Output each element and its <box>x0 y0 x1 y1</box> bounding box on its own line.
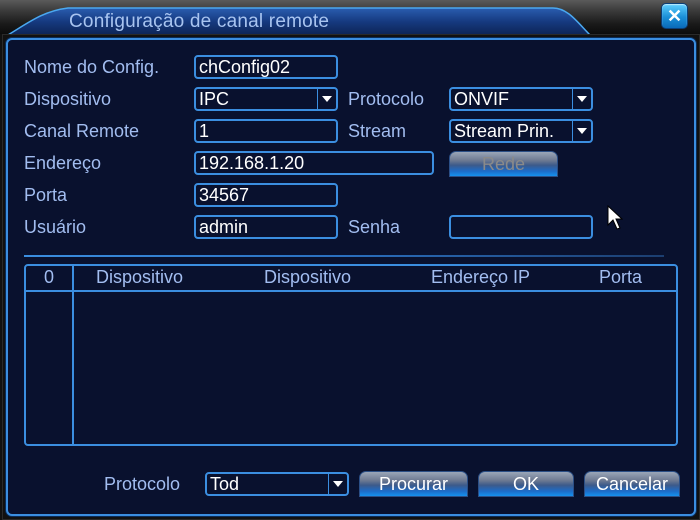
column-header-ip-address: Endereço IP <box>431 267 531 287</box>
column-header-port: Porta <box>599 267 643 287</box>
footer-protocol-select[interactable]: Tod <box>205 472 349 496</box>
stream-value: Stream Prin. <box>454 121 555 141</box>
protocol-dropdown-arrow[interactable] <box>572 89 591 109</box>
remote-channel-label: Canal Remote <box>24 121 140 141</box>
remote-channel-config-dialog: Configuração de canal remote ✕ Nome do C… <box>0 0 700 520</box>
footer-protocol-value: Tod <box>210 474 240 494</box>
device-select[interactable]: IPC <box>194 87 338 111</box>
device-table[interactable]: 0 Dispositivo Dispositivo Endereço IP Po… <box>24 264 678 446</box>
search-button[interactable]: Procurar <box>359 471 468 497</box>
user-label: Usuário <box>24 217 87 237</box>
stream-dropdown-arrow[interactable] <box>572 121 591 141</box>
network-button[interactable]: Rede <box>449 151 558 177</box>
stream-label: Stream <box>348 121 407 141</box>
device-value: IPC <box>199 89 230 109</box>
chevron-down-icon <box>577 128 587 134</box>
protocol-label: Protocolo <box>348 89 425 109</box>
cancel-button[interactable]: Cancelar <box>584 471 680 497</box>
mouse-cursor-icon <box>607 205 623 230</box>
section-divider <box>24 255 664 257</box>
remote-channel-input[interactable]: 1 <box>194 119 338 143</box>
chevron-down-icon <box>333 481 343 487</box>
title-tab: Configuração de canal remote <box>8 5 593 35</box>
table-header: 0 Dispositivo Dispositivo Endereço IP Po… <box>26 266 676 292</box>
footer-protocol-dropdown-arrow[interactable] <box>328 474 347 494</box>
config-name-input[interactable]: chConfig02 <box>194 55 338 79</box>
close-button[interactable]: ✕ <box>661 3 688 29</box>
config-name-label: Nome do Config. <box>24 57 160 77</box>
column-header-device: Dispositivo <box>96 267 184 287</box>
chevron-down-icon <box>322 96 332 102</box>
protocol-select[interactable]: ONVIF <box>449 87 593 111</box>
close-icon: ✕ <box>666 5 683 26</box>
device-label: Dispositivo <box>24 89 112 109</box>
address-label: Endereço <box>24 153 102 173</box>
column-separator <box>72 266 74 444</box>
chevron-down-icon <box>577 96 587 102</box>
protocol-value: ONVIF <box>454 89 510 109</box>
dialog-title: Configuração de canal remote <box>69 11 330 32</box>
device-dropdown-arrow[interactable] <box>317 89 336 109</box>
column-header-index: 0 <box>44 267 55 287</box>
port-input[interactable]: 34567 <box>194 183 338 207</box>
ok-button[interactable]: OK <box>478 471 574 497</box>
stream-select[interactable]: Stream Prin. <box>449 119 593 143</box>
footer-protocol-label: Protocolo <box>104 474 181 494</box>
port-label: Porta <box>24 185 68 205</box>
address-input[interactable]: 192.168.1.20 <box>194 151 434 175</box>
password-label: Senha <box>348 217 401 237</box>
column-header-device-2: Dispositivo <box>264 267 352 287</box>
user-input[interactable]: admin <box>194 215 338 239</box>
password-input[interactable] <box>449 215 593 239</box>
